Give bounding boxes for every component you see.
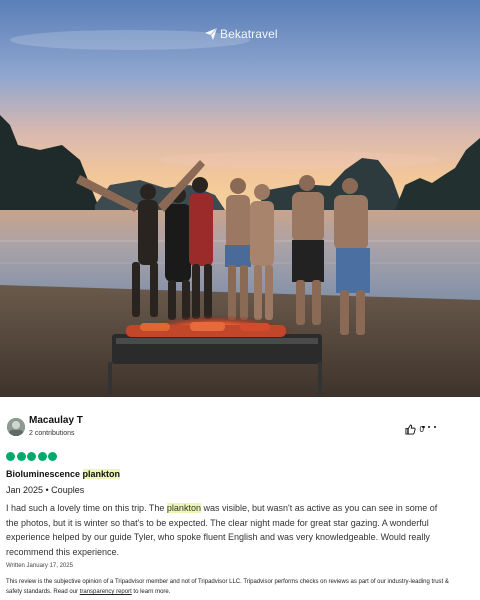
rating-bubble bbox=[37, 452, 47, 461]
review-photo[interactable]: Bekatravel bbox=[0, 0, 480, 397]
rating-bubbles bbox=[6, 452, 57, 461]
more-options-icon[interactable] bbox=[422, 422, 436, 432]
transparency-report-link[interactable]: transparency report bbox=[80, 589, 132, 595]
review-body-highlight: plankton bbox=[166, 503, 201, 513]
rating-bubble bbox=[16, 452, 26, 461]
avatar[interactable] bbox=[7, 418, 25, 436]
written-date: Written January 17, 2025 bbox=[6, 563, 73, 569]
watermark-text: Bekatravel bbox=[220, 27, 278, 41]
paper-plane-icon bbox=[205, 27, 218, 40]
disclaimer-text: This review is the subjective opinion of… bbox=[6, 579, 449, 595]
reviewer-name[interactable]: Macaulay T bbox=[29, 415, 83, 426]
avatar-image bbox=[7, 418, 25, 436]
bekatravel-watermark: Bekatravel bbox=[204, 26, 278, 42]
review-title-highlight: plankton bbox=[82, 469, 121, 479]
disclaimer-end: to learn more. bbox=[131, 589, 171, 595]
thumbs-up-icon[interactable] bbox=[405, 424, 416, 435]
review-title-text: Bioluminescence bbox=[6, 469, 83, 479]
rating-bubble bbox=[27, 452, 36, 461]
review-card: Macaulay T 2 contributions 0 Bioluminesc… bbox=[0, 397, 480, 600]
reviewer-contributions: 2 contributions bbox=[29, 430, 75, 437]
review-body: I had such a lovely time on this trip. T… bbox=[6, 501, 438, 559]
review-date-trip-type: Jan 2025 • Couples bbox=[6, 485, 85, 495]
review-title[interactable]: Bioluminescence plankton bbox=[6, 469, 121, 479]
rating-bubble bbox=[48, 452, 57, 461]
review-disclaimer: This review is the subjective opinion of… bbox=[6, 577, 452, 597]
beach-sunset-group-photo bbox=[0, 0, 480, 397]
review-body-start: I had such a lovely time on this trip. T… bbox=[6, 503, 167, 513]
rating-bubble bbox=[6, 452, 15, 461]
